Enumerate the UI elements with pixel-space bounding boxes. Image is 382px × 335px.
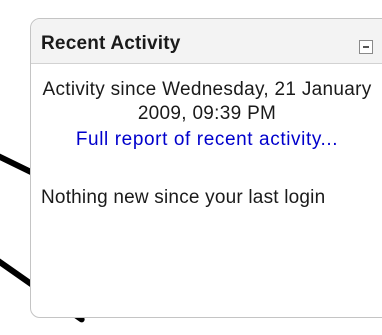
recent-activity-block: Recent Activity Activity since Wednesday… — [30, 18, 382, 318]
full-report-link[interactable]: Full report of recent activity... — [72, 128, 342, 152]
screenshot-stage: Recent Activity Activity since Wednesday… — [0, 0, 382, 335]
block-header: Recent Activity — [31, 19, 382, 64]
block-content: Activity since Wednesday, 21 January 200… — [31, 64, 382, 210]
activity-since-text: Activity since Wednesday, 21 January 200… — [42, 79, 372, 124]
nothing-new-message: Nothing new since your last login — [41, 187, 326, 208]
collapse-minus-icon[interactable] — [359, 40, 373, 54]
block-title: Recent Activity — [41, 33, 181, 54]
minus-glyph — [363, 46, 369, 48]
